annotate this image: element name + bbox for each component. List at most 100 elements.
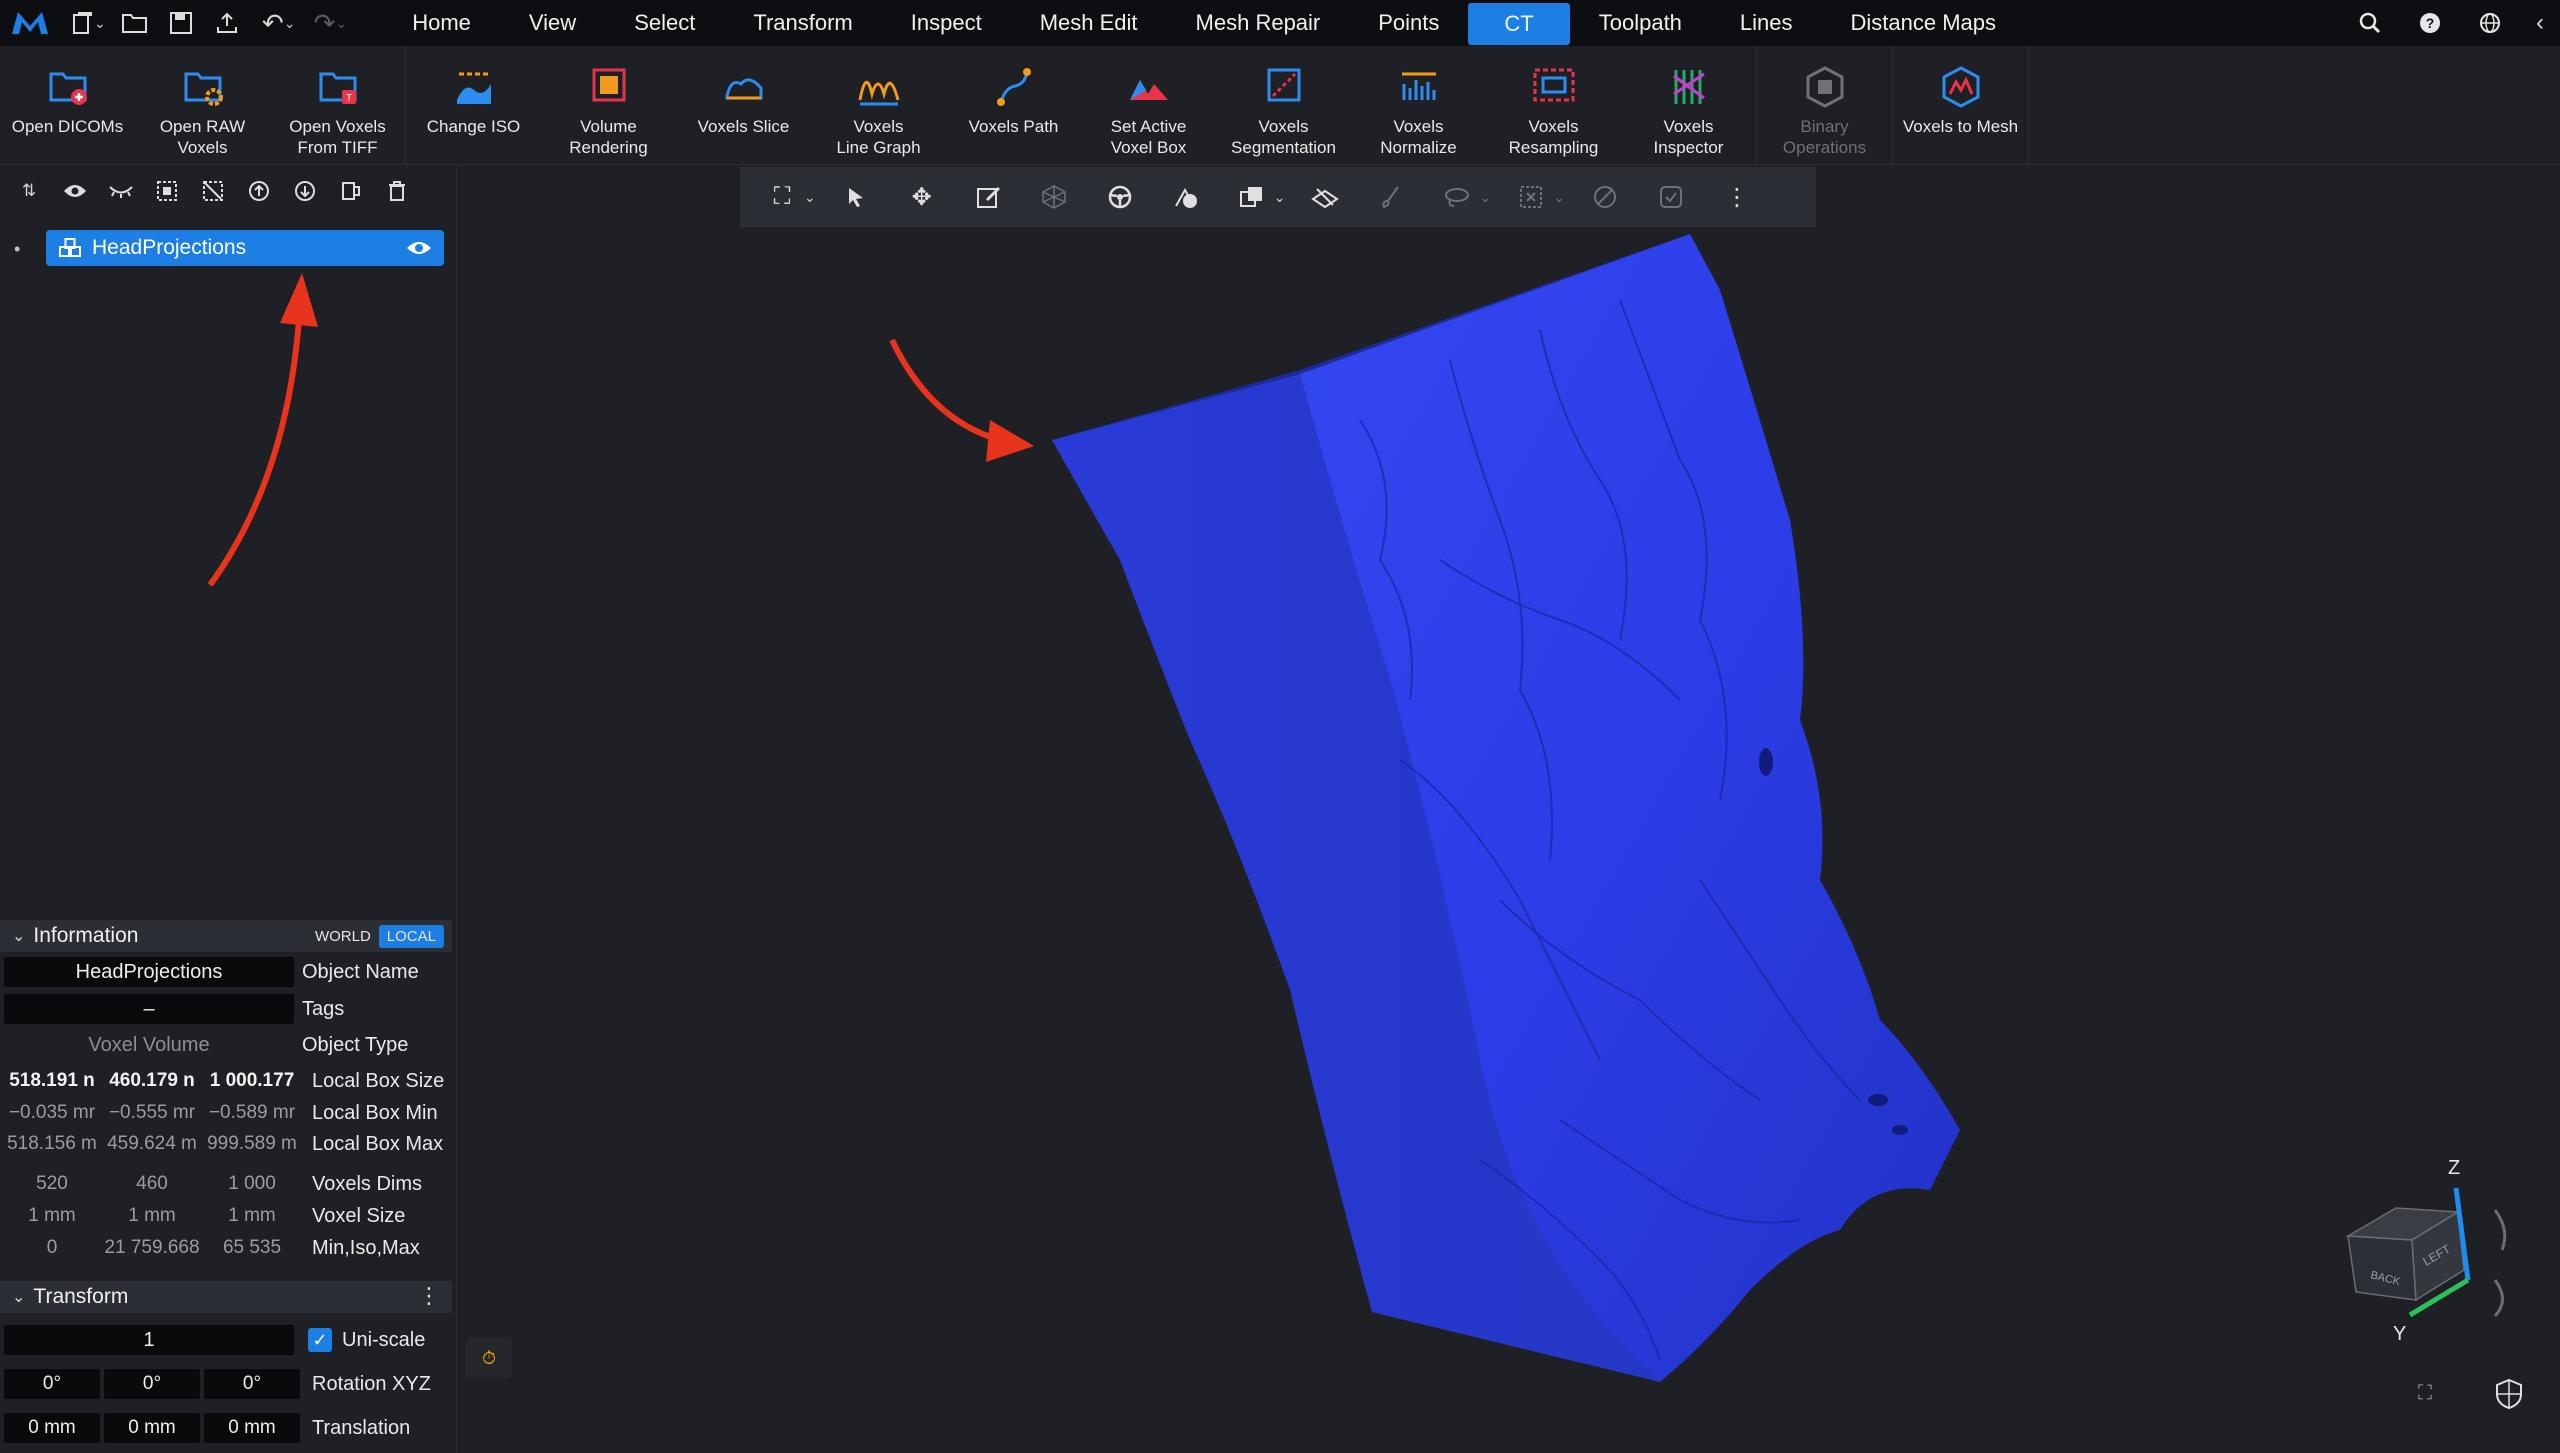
tab-select[interactable]: Select xyxy=(605,0,724,46)
open-dicoms-label: Open DICOMs xyxy=(11,117,124,136)
open-voxels-from-tiff-button[interactable]: T Open Voxels From TIFF xyxy=(270,46,405,164)
visibility-eye-icon[interactable] xyxy=(406,240,432,256)
undo-dropdown-icon[interactable]: ⌄ xyxy=(284,15,296,32)
check-box-icon[interactable] xyxy=(1649,172,1693,222)
rotation-z-field[interactable]: 0° xyxy=(204,1369,300,1399)
box-max-x: 518.156 m xyxy=(7,1133,97,1154)
binary-operations-button[interactable]: Binary Operations xyxy=(1757,46,1892,164)
select-all-icon[interactable] xyxy=(144,168,190,214)
voxels-normalize-button[interactable]: Voxels Normalize xyxy=(1351,46,1486,164)
lasso-dropdown-icon[interactable]: ⌄ xyxy=(1479,189,1491,206)
layers-dropdown-icon[interactable]: ⌄ xyxy=(1274,189,1286,206)
forbidden-icon[interactable] xyxy=(1583,172,1627,222)
voxels-path-label: Voxels Path xyxy=(968,117,1059,136)
duplicate-icon[interactable] xyxy=(328,168,374,214)
new-file-dropdown-icon[interactable]: ⌄ xyxy=(94,15,106,32)
search-icon[interactable] xyxy=(2340,0,2400,46)
shapes-icon[interactable] xyxy=(1164,172,1208,222)
chevron-down-icon[interactable]: ⌄ xyxy=(12,1287,25,1307)
clear-selection-dropdown-icon[interactable]: ⌄ xyxy=(1553,189,1565,206)
move-arrows-icon[interactable]: ✥ xyxy=(900,172,944,222)
more-vertical-icon[interactable]: ⋮ xyxy=(1715,172,1759,222)
view-cube[interactable]: Z Y BACK LEFT xyxy=(2330,1150,2550,1350)
voxels-inspector-button[interactable]: Voxels Inspector xyxy=(1621,46,1756,164)
tab-distance-maps[interactable]: Distance Maps xyxy=(1822,0,2026,46)
scale-field[interactable]: 1 xyxy=(4,1325,294,1355)
tab-mesh-edit[interactable]: Mesh Edit xyxy=(1011,0,1167,46)
translation-z-field[interactable]: 0 mm xyxy=(204,1413,300,1443)
open-raw-voxels-button[interactable]: Open RAW Voxels xyxy=(135,46,270,164)
app-logo-icon[interactable] xyxy=(0,0,60,46)
set-active-voxel-box-button[interactable]: Set Active Voxel Box xyxy=(1081,46,1216,164)
tab-points[interactable]: Points xyxy=(1349,0,1468,46)
mesh-wire-icon[interactable] xyxy=(1032,172,1076,222)
voxels-to-mesh-button[interactable]: Voxels to Mesh xyxy=(1893,46,2028,164)
open-folder-icon[interactable] xyxy=(112,0,158,46)
tab-mesh-repair[interactable]: Mesh Repair xyxy=(1167,0,1350,46)
tree-bullet: • xyxy=(14,239,21,259)
menu-tabs: Home View Select Transform Inspect Mesh … xyxy=(383,0,2025,46)
layers-icon[interactable] xyxy=(1230,172,1274,222)
open-dicoms-button[interactable]: Open DICOMs xyxy=(0,46,135,164)
export-icon[interactable] xyxy=(204,0,250,46)
shield-toggle-icon[interactable] xyxy=(2494,1378,2528,1412)
move-down-icon[interactable] xyxy=(282,168,328,214)
box-min-label: Local Box Min xyxy=(312,1101,438,1124)
rotation-x-field[interactable]: 0° xyxy=(4,1369,100,1399)
min-iso-max-row: 0 21 759.668 65 535 Min,Iso,Max xyxy=(4,1232,420,1264)
edit-object-icon[interactable] xyxy=(966,172,1010,222)
voxels-path-button[interactable]: Voxels Path xyxy=(946,46,1081,164)
sort-az-icon[interactable]: ⇅ xyxy=(6,168,52,214)
information-header[interactable]: ⌄ Information WORLD LOCAL xyxy=(0,920,452,952)
deselect-icon[interactable] xyxy=(190,168,236,214)
delete-trash-icon[interactable] xyxy=(374,168,420,214)
more-options-icon[interactable]: ⋮ xyxy=(418,1283,440,1309)
object-name-field[interactable]: HeadProjections xyxy=(4,957,294,987)
tab-view[interactable]: View xyxy=(500,0,605,46)
coordinate-space-toggle: WORLD LOCAL xyxy=(307,925,444,948)
voxels-line-graph-button[interactable]: Voxels Line Graph xyxy=(811,46,946,164)
steering-wheel-icon[interactable] xyxy=(1098,172,1142,222)
tab-transform[interactable]: Transform xyxy=(724,0,881,46)
clear-selection-icon[interactable] xyxy=(1509,172,1553,222)
show-eye-icon[interactable] xyxy=(52,168,98,214)
chevron-down-icon[interactable]: ⌄ xyxy=(12,926,25,946)
language-globe-icon[interactable] xyxy=(2460,0,2520,46)
voxels-resampling-button[interactable]: Voxels Resampling xyxy=(1486,46,1621,164)
scene-tree-item-headprojections[interactable]: HeadProjections xyxy=(46,230,444,266)
collapse-chevron-icon[interactable]: ‹ xyxy=(2520,0,2560,46)
tab-ct[interactable]: CT xyxy=(1468,3,1570,45)
tags-field[interactable]: – xyxy=(4,994,294,1024)
voxels-segmentation-label: Voxels Segmentation xyxy=(1231,117,1336,157)
tab-toolpath[interactable]: Toolpath xyxy=(1570,0,1711,46)
voxel-mesh-render[interactable] xyxy=(457,165,2560,1453)
translation-y-field[interactable]: 0 mm xyxy=(104,1413,200,1443)
tab-lines[interactable]: Lines xyxy=(1711,0,1822,46)
translation-x-field[interactable]: 0 mm xyxy=(4,1413,100,1443)
help-icon[interactable]: ? xyxy=(2400,0,2460,46)
local-toggle[interactable]: LOCAL xyxy=(378,925,444,948)
clipping-plane-icon[interactable] xyxy=(1303,172,1347,222)
fit-view-dropdown-icon[interactable]: ⌄ xyxy=(804,189,816,206)
tab-home[interactable]: Home xyxy=(383,0,500,46)
hide-eye-icon[interactable] xyxy=(98,168,144,214)
voxels-slice-button[interactable]: Voxels Slice xyxy=(676,46,811,164)
lasso-icon[interactable] xyxy=(1435,172,1479,222)
uniscale-checkbox[interactable]: ✓ xyxy=(308,1328,332,1352)
voxels-segmentation-button[interactable]: Voxels Segmentation xyxy=(1216,46,1351,164)
move-up-icon[interactable] xyxy=(236,168,282,214)
change-iso-button[interactable]: Change ISO xyxy=(406,46,541,164)
transform-header[interactable]: ⌄ Transform ⋮ xyxy=(0,1281,452,1313)
tab-inspect[interactable]: Inspect xyxy=(882,0,1011,46)
rotation-y-field[interactable]: 0° xyxy=(104,1369,200,1399)
pointer-select-icon[interactable] xyxy=(834,172,878,222)
box-size-z: 1 000.177 xyxy=(209,1070,295,1091)
fit-corners-icon[interactable]: ⛶ xyxy=(2418,1382,2448,1412)
brush-icon[interactable] xyxy=(1369,172,1413,222)
timer-icon[interactable]: ⏱ xyxy=(466,1338,512,1378)
redo-dropdown-icon[interactable]: ⌄ xyxy=(335,15,347,32)
world-toggle[interactable]: WORLD xyxy=(307,925,379,948)
volume-rendering-button[interactable]: Volume Rendering xyxy=(541,46,676,164)
fit-view-icon[interactable]: ⛶ xyxy=(760,172,804,222)
save-icon[interactable] xyxy=(158,0,204,46)
